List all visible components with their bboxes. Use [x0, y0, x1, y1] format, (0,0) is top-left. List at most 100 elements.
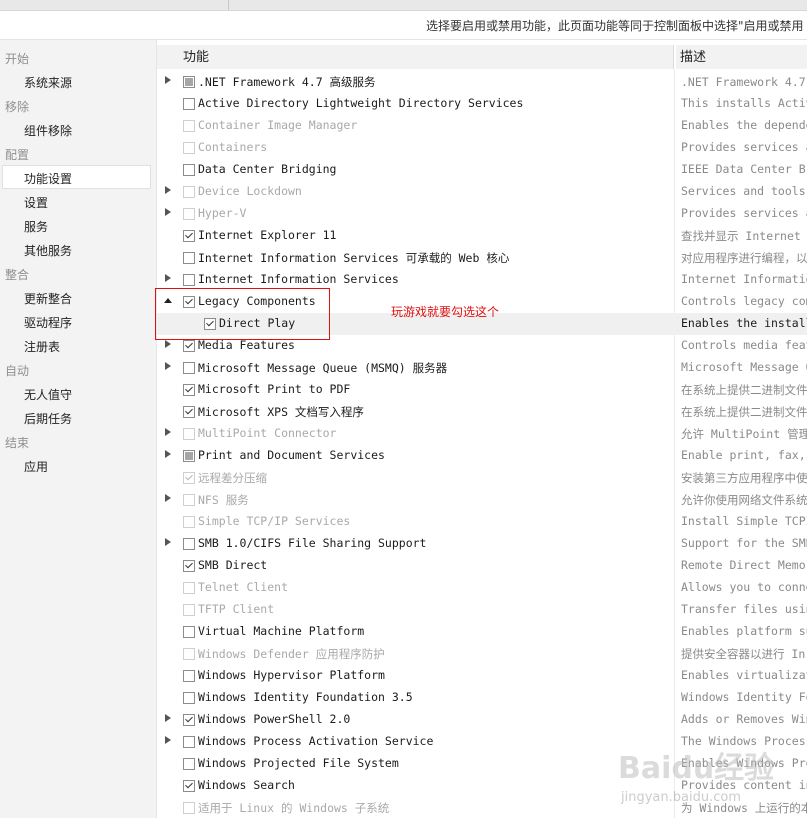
expand-arrow-icon[interactable] — [165, 714, 171, 722]
feature-checkbox[interactable] — [183, 670, 195, 682]
feature-checkbox[interactable] — [183, 296, 195, 308]
feature-row[interactable]: Windows Identity Foundation 3.5 Windows I… — [157, 687, 807, 709]
sidebar-section-heading: 移除 — [5, 100, 30, 114]
feature-checkbox[interactable] — [183, 736, 195, 748]
feature-checkbox[interactable] — [183, 692, 195, 704]
feature-description: Allows you to connect — [681, 580, 807, 594]
sidebar: 开始 系统来源 移除 组件移除 配置 功能设置 设置 服务 其他服务 整合 更新整合 驱动程序 注册表自… — [0, 40, 157, 818]
feature-row[interactable]: Virtual Machine Platform Enables platform… — [157, 621, 807, 643]
sidebar-item[interactable]: 组件移除 — [24, 122, 72, 139]
feature-checkbox[interactable] — [183, 252, 195, 264]
sidebar-item[interactable]: 设置 — [24, 194, 48, 211]
feature-name: Active Directory Lightweight Directory S… — [198, 96, 524, 110]
feature-description: Controls legacy compo — [681, 294, 807, 308]
expand-arrow-icon[interactable] — [165, 494, 171, 502]
feature-checkbox — [183, 516, 195, 528]
feature-row[interactable]: Windows Hypervisor Platform Enables virtu… — [157, 665, 807, 687]
sidebar-item[interactable]: 应用 — [24, 458, 48, 475]
sidebar-item[interactable]: 注册表 — [24, 338, 60, 355]
feature-row[interactable]: Internet Explorer 11 查找并显示 Internet 上 — [157, 225, 807, 247]
feature-row[interactable]: MultiPoint Connector 允许 MultiPoint 管理器 — [157, 423, 807, 445]
feature-row[interactable]: .NET Framework 4.7 高级服务 .NET Framework 4.… — [157, 71, 807, 93]
sidebar-item[interactable]: 更新整合 — [24, 290, 72, 307]
sidebar-item[interactable]: 其他服务 — [24, 242, 72, 259]
feature-description: Enables virtualizatio — [681, 668, 807, 682]
feature-row[interactable]: Media Features Controls media featur — [157, 335, 807, 357]
feature-row[interactable]: 适用于 Linux 的 Windows 子系统 为 Windows 上运行的本 — [157, 797, 807, 818]
sidebar-item[interactable]: 服务 — [24, 218, 48, 235]
feature-row[interactable]: Windows Process Activation Service The Wi… — [157, 731, 807, 753]
feature-description: Internet Information — [681, 272, 807, 286]
expand-arrow-icon[interactable] — [165, 208, 171, 216]
feature-checkbox — [183, 142, 195, 154]
feature-row[interactable]: Hyper-V Provides services and — [157, 203, 807, 225]
feature-checkbox[interactable] — [183, 98, 195, 110]
feature-checkbox[interactable] — [183, 274, 195, 286]
feature-row[interactable]: Data Center Bridging IEEE Data Center Bri… — [157, 159, 807, 181]
expand-arrow-icon[interactable] — [165, 736, 171, 744]
feature-checkbox[interactable] — [183, 758, 195, 770]
feature-row[interactable]: Microsoft XPS 文档写入程序 在系统上提供二进制文件 — [157, 401, 807, 423]
feature-row[interactable]: Device Lockdown Services and tools to — [157, 181, 807, 203]
feature-checkbox[interactable] — [183, 780, 195, 792]
feature-checkbox[interactable] — [183, 626, 195, 638]
feature-row[interactable]: Telnet Client Allows you to connect — [157, 577, 807, 599]
sidebar-section-heading: 整合 — [5, 268, 30, 282]
feature-description: Enables the dependenc — [681, 118, 807, 132]
feature-row[interactable]: Container Image Manager Enables the depen… — [157, 115, 807, 137]
feature-name: Legacy Components — [198, 294, 316, 308]
sidebar-item[interactable]: 系统来源 — [24, 74, 72, 91]
expand-arrow-icon[interactable] — [165, 428, 171, 436]
feature-checkbox[interactable] — [183, 384, 195, 396]
sidebar-item[interactable]: 功能设置 — [24, 170, 72, 187]
feature-row[interactable]: SMB Direct Remote Direct Memory — [157, 555, 807, 577]
feature-row[interactable]: NFS 服务 允许你使用网络文件系统 — [157, 489, 807, 511]
feature-name: SMB Direct — [198, 558, 268, 572]
expand-arrow-icon[interactable] — [165, 362, 171, 370]
feature-checkbox[interactable] — [183, 714, 195, 726]
feature-row[interactable]: 远程差分压缩 安装第三方应用程序中使 — [157, 467, 807, 489]
feature-row[interactable]: Containers Provides services and — [157, 137, 807, 159]
feature-row[interactable]: Microsoft Print to PDF 在系统上提供二进制文件 — [157, 379, 807, 401]
sidebar-item[interactable]: 后期任务 — [24, 410, 72, 427]
feature-checkbox[interactable] — [183, 230, 195, 242]
feature-row[interactable]: Windows Defender 应用程序防护 提供安全容器以进行 In — [157, 643, 807, 665]
sidebar-item[interactable]: 驱动程序 — [24, 314, 72, 331]
feature-checkbox — [183, 582, 195, 594]
expand-arrow-icon[interactable] — [165, 340, 171, 348]
feature-row[interactable]: Simple TCP/IP Services Install Simple TCP… — [157, 511, 807, 533]
column-header-description[interactable]: 描述 — [676, 45, 807, 69]
expand-arrow-icon[interactable] — [165, 538, 171, 546]
feature-checkbox[interactable] — [204, 318, 216, 330]
feature-row[interactable]: Internet Information Services 可承载的 Web 核… — [157, 247, 807, 269]
feature-row[interactable]: Internet Information Services Internet In… — [157, 269, 807, 291]
feature-row[interactable]: TFTP Client Transfer files using — [157, 599, 807, 621]
feature-row[interactable]: Windows PowerShell 2.0 Adds or Removes Wi… — [157, 709, 807, 731]
column-header-feature[interactable]: 功能 — [157, 45, 674, 69]
feature-checkbox[interactable] — [183, 164, 195, 176]
collapse-arrow-icon[interactable] — [164, 298, 172, 303]
feature-checkbox[interactable] — [183, 362, 195, 374]
feature-row[interactable]: Windows Search Provides content inde — [157, 775, 807, 797]
feature-description: This installs Active — [681, 96, 807, 110]
feature-description: 提供安全容器以进行 In — [681, 647, 806, 661]
feature-row[interactable]: Windows Projected File System Enables Win… — [157, 753, 807, 775]
feature-checkbox[interactable] — [183, 450, 195, 462]
expand-arrow-icon[interactable] — [165, 274, 171, 282]
feature-checkbox — [183, 604, 195, 616]
feature-checkbox[interactable] — [183, 76, 195, 88]
feature-checkbox[interactable] — [183, 406, 195, 418]
feature-name: 适用于 Linux 的 Windows 子系统 — [198, 801, 390, 815]
feature-description: IEEE Data Center Brid — [681, 162, 807, 176]
expand-arrow-icon[interactable] — [165, 186, 171, 194]
sidebar-item[interactable]: 无人值守 — [24, 386, 72, 403]
feature-checkbox[interactable] — [183, 340, 195, 352]
feature-checkbox[interactable] — [183, 538, 195, 550]
feature-row[interactable]: Print and Document Services Enable print,… — [157, 445, 807, 467]
feature-row[interactable]: Active Directory Lightweight Directory S… — [157, 93, 807, 115]
feature-checkbox[interactable] — [183, 560, 195, 572]
expand-arrow-icon[interactable] — [165, 76, 171, 84]
feature-row[interactable]: Microsoft Message Queue (MSMQ) 服务器 Micros… — [157, 357, 807, 379]
expand-arrow-icon[interactable] — [165, 450, 171, 458]
feature-row[interactable]: SMB 1.0/CIFS File Sharing Support Support… — [157, 533, 807, 555]
